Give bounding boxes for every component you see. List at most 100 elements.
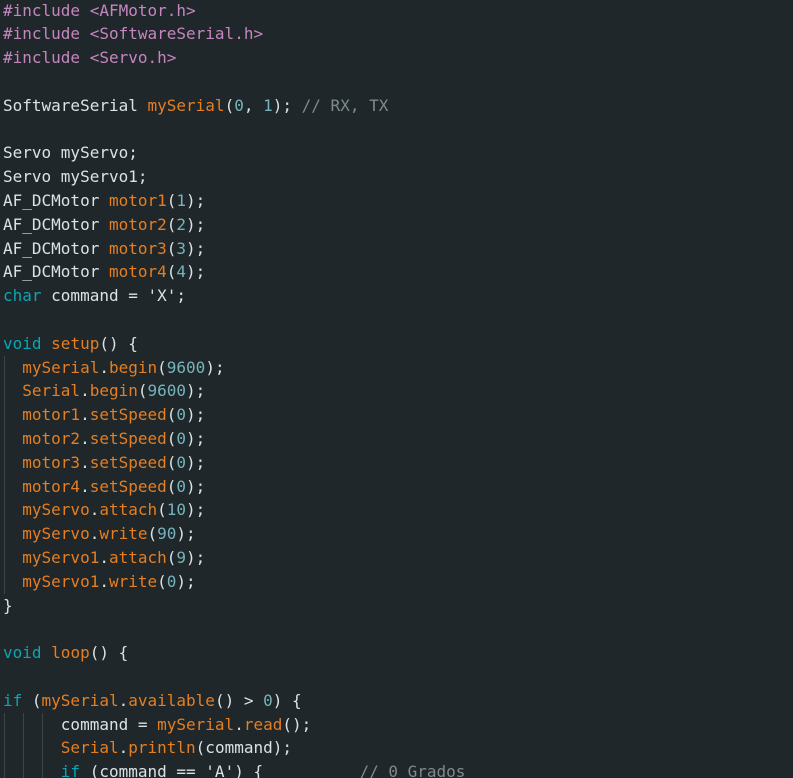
- code-line[interactable]: #include <SoftwareSerial.h>: [3, 22, 263, 46]
- code-line[interactable]: Serial.begin(9600);: [3, 379, 205, 403]
- code-line[interactable]: char command = 'X';: [3, 284, 186, 308]
- code-token: (: [166, 262, 177, 282]
- code-token: 9600: [166, 357, 206, 377]
- code-token: setSpeed: [89, 428, 167, 448]
- code-line[interactable]: AF_DCMotor motor2(2);: [3, 213, 205, 237]
- code-token: SoftwareSerial: [3, 95, 148, 115]
- code-token: println: [128, 738, 196, 758]
- code-token: available: [128, 690, 215, 710]
- code-line[interactable]: }: [3, 594, 13, 618]
- code-token: (: [166, 476, 177, 496]
- code-token: mySerial: [157, 714, 235, 734]
- code-token: void: [3, 333, 42, 353]
- code-line[interactable]: mySerial.begin(9600);: [3, 356, 224, 380]
- code-token: );: [186, 428, 206, 448]
- code-line[interactable]: myServo.write(90);: [3, 522, 195, 546]
- code-line[interactable]: if (command == 'A') { // 0 Grados: [3, 760, 466, 778]
- code-token: setSpeed: [89, 476, 167, 496]
- code-token: (: [157, 571, 167, 591]
- code-token: );: [186, 452, 206, 472]
- code-token: command =: [41, 286, 148, 306]
- code-token: .: [80, 405, 90, 425]
- code-line[interactable]: motor1.setSpeed(0);: [3, 403, 205, 427]
- code-token: );: [186, 190, 206, 210]
- code-token: (: [166, 238, 177, 258]
- code-line[interactable]: #include <Servo.h>: [3, 46, 176, 70]
- code-token: setSpeed: [89, 405, 167, 425]
- code-line[interactable]: myServo.attach(10);: [3, 498, 205, 522]
- code-token: myServo1: [22, 571, 100, 591]
- code-token: );: [272, 95, 302, 115]
- code-token: );: [186, 405, 206, 425]
- code-token: ) {: [272, 690, 302, 710]
- code-line[interactable]: motor2.setSpeed(0);: [3, 427, 205, 451]
- code-token: (command);: [195, 738, 292, 758]
- code-token: void: [3, 643, 42, 663]
- code-token: () {: [99, 333, 138, 353]
- code-line[interactable]: Servo myServo;: [3, 141, 138, 165]
- code-token: );: [186, 238, 206, 258]
- code-token: motor3: [108, 238, 167, 258]
- code-token: myServo1: [22, 547, 100, 567]
- code-line[interactable]: #include <AFMotor.h>: [3, 0, 196, 22]
- code-token: 9600: [147, 381, 187, 401]
- code-line[interactable]: motor4.setSpeed(0);: [3, 475, 205, 499]
- code-line[interactable]: AF_DCMotor motor1(1);: [3, 189, 205, 213]
- code-token: 10: [166, 500, 187, 520]
- code-token: ) {: [234, 762, 360, 778]
- code-line[interactable]: void loop() {: [3, 641, 128, 665]
- code-line[interactable]: Serial.println(command);: [3, 736, 292, 760]
- code-token: 0: [263, 690, 273, 710]
- code-line[interactable]: SoftwareSerial mySerial(0, 1); // RX, TX: [3, 94, 388, 118]
- code-line[interactable]: AF_DCMotor motor3(3);: [3, 237, 205, 261]
- code-line[interactable]: myServo1.attach(9);: [3, 546, 205, 570]
- code-token: #include <AFMotor.h>: [3, 0, 196, 20]
- code-token: (: [166, 428, 177, 448]
- code-token: 1: [263, 95, 273, 115]
- code-token: write: [99, 524, 148, 544]
- code-token: .: [80, 452, 90, 472]
- code-token: 0: [176, 428, 187, 448]
- code-token: motor3: [22, 452, 81, 472]
- code-token: attach: [99, 500, 158, 520]
- code-line[interactable]: AF_DCMotor motor4(4);: [3, 260, 205, 284]
- code-token: setup: [51, 333, 100, 353]
- code-token: (: [166, 405, 177, 425]
- code-token: begin: [89, 381, 138, 401]
- code-editor[interactable]: #include <AFMotor.h> #include <SoftwareSe…: [0, 0, 793, 778]
- code-token: write: [108, 571, 158, 591]
- code-token: () >: [214, 690, 264, 710]
- code-token: setSpeed: [89, 452, 167, 472]
- code-token: mySerial: [41, 690, 119, 710]
- code-token: 'A': [205, 762, 235, 778]
- code-line[interactable]: void setup() {: [3, 332, 138, 356]
- code-token: #include <Servo.h>: [3, 48, 177, 68]
- code-line[interactable]: Servo myServo1;: [3, 165, 148, 189]
- code-token: .: [99, 357, 109, 377]
- code-token: (: [166, 452, 177, 472]
- code-token: motor1: [108, 190, 167, 210]
- code-token: (: [166, 214, 177, 234]
- code-token: 0: [176, 452, 187, 472]
- code-token: .: [99, 571, 109, 591]
- code-line[interactable]: command = mySerial.read();: [3, 713, 311, 737]
- code-token: Serial: [22, 381, 81, 401]
- code-token: Serial: [60, 738, 119, 758]
- code-line[interactable]: if (mySerial.available() > 0) {: [3, 689, 302, 713]
- code-token: (: [157, 500, 167, 520]
- code-token: command =: [3, 714, 158, 734]
- code-token: );: [176, 571, 196, 591]
- code-line[interactable]: myServo1.write(0);: [3, 570, 196, 594]
- code-line[interactable]: motor3.setSpeed(0);: [3, 451, 205, 475]
- code-token: 0: [176, 476, 187, 496]
- code-token: );: [186, 262, 206, 282]
- code-token: motor1: [22, 405, 81, 425]
